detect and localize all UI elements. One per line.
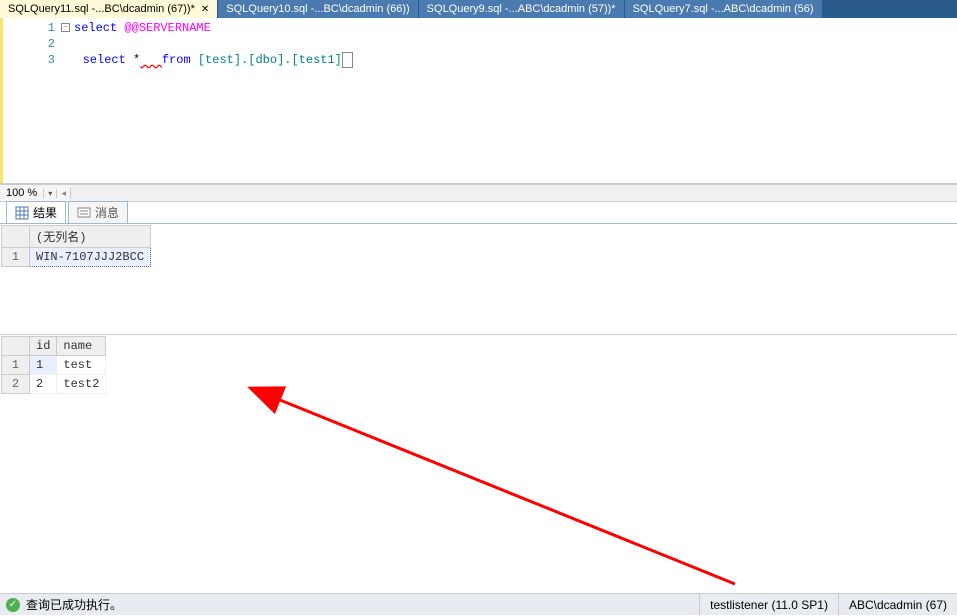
status-left: ✓ 查询已成功执行。 (0, 596, 699, 613)
zoom-dropdown[interactable]: ▾ (43, 189, 57, 198)
row-number: 2 (2, 375, 30, 394)
annotation-arrow (0, 336, 957, 593)
tab-label: SQLQuery11.sql -...BC\dcadmin (67))* (8, 3, 195, 15)
tab-bar: SQLQuery11.sql -...BC\dcadmin (67))* ✕ S… (0, 0, 957, 18)
file-tab-2[interactable]: SQLQuery10.sql -...BC\dcadmin (66)) (218, 0, 418, 18)
file-tab-1[interactable]: SQLQuery11.sql -...BC\dcadmin (67))* ✕ (0, 0, 218, 18)
corner-cell[interactable] (2, 337, 30, 356)
column-header[interactable]: (无列名) (30, 226, 151, 248)
cell-value[interactable]: test2 (57, 375, 106, 394)
messages-icon (77, 206, 91, 220)
line-number: 1 (3, 20, 55, 36)
cell-value[interactable]: test (57, 356, 106, 375)
cell-value[interactable]: 2 (30, 375, 57, 394)
line-number: 3 (3, 52, 55, 68)
tab-label: SQLQuery7.sql -...ABC\dcadmin (56) (633, 3, 814, 15)
status-server: testlistener (11.0 SP1) (699, 594, 838, 616)
file-tab-4[interactable]: SQLQuery7.sql -...ABC\dcadmin (56) (625, 0, 823, 18)
result-grid-1: (无列名) 1 WIN-7107JJJ2BCC (0, 225, 957, 335)
code-line (61, 36, 957, 52)
status-bar: ✓ 查询已成功执行。 testlistener (11.0 SP1) ABC\d… (0, 593, 957, 615)
results-tab-label: 结果 (33, 204, 57, 221)
result-tabs: 结果 消息 (0, 202, 957, 224)
result-table-2[interactable]: id name 1 1 test 2 2 test2 (1, 336, 106, 394)
cell-value[interactable]: 1 (30, 356, 57, 375)
zoom-value: 100 % (0, 187, 43, 199)
code-area[interactable]: −select @@SERVERNAME select * from [test… (61, 18, 957, 183)
cell-value[interactable]: WIN-7107JJJ2BCC (30, 248, 151, 267)
code-line: select * from [test].[dbo].[test1] (61, 52, 957, 68)
results-tab[interactable]: 结果 (6, 201, 66, 223)
column-header[interactable]: id (30, 337, 57, 356)
column-header[interactable]: name (57, 337, 106, 356)
grid-icon (15, 206, 29, 220)
file-tab-3[interactable]: SQLQuery9.sql -...ABC\dcadmin (57))* (419, 0, 625, 18)
collapse-icon[interactable]: − (61, 23, 70, 32)
row-number: 1 (2, 248, 30, 267)
table-row[interactable]: 2 2 test2 (2, 375, 106, 394)
tab-label: SQLQuery9.sql -...ABC\dcadmin (57))* (427, 3, 616, 15)
status-user: ABC\dcadmin (67) (838, 594, 957, 616)
close-icon[interactable]: ✕ (201, 4, 209, 15)
scroll-left-icon[interactable]: ◂ (57, 188, 71, 199)
row-number: 1 (2, 356, 30, 375)
messages-tab-label: 消息 (95, 204, 119, 221)
table-row[interactable]: 1 1 test (2, 356, 106, 375)
status-message: 查询已成功执行。 (26, 596, 122, 613)
horizontal-scrollbar[interactable] (71, 185, 957, 201)
results-container: (无列名) 1 WIN-7107JJJ2BCC id name 1 1 test… (0, 224, 957, 593)
line-number: 2 (3, 36, 55, 52)
line-gutter: 1 2 3 (3, 18, 61, 183)
table-row[interactable]: 1 WIN-7107JJJ2BCC (2, 248, 151, 267)
tab-label: SQLQuery10.sql -...BC\dcadmin (66)) (226, 3, 409, 15)
result-grid-2: id name 1 1 test 2 2 test2 (0, 336, 957, 593)
messages-tab[interactable]: 消息 (68, 201, 128, 223)
result-table-1[interactable]: (无列名) 1 WIN-7107JJJ2BCC (1, 225, 151, 267)
zoom-bar: 100 % ▾ ◂ (0, 184, 957, 202)
success-icon: ✓ (6, 598, 20, 612)
code-line: −select @@SERVERNAME (61, 20, 957, 36)
sql-editor[interactable]: 1 2 3 −select @@SERVERNAME select * from… (0, 18, 957, 184)
corner-cell[interactable] (2, 226, 30, 248)
